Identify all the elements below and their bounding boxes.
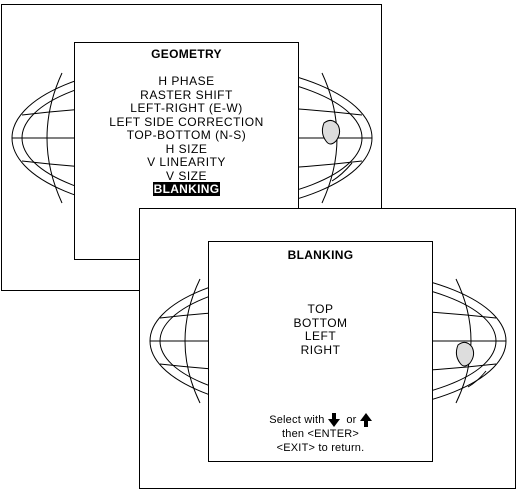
arrow-up-icon — [359, 413, 372, 428]
geometry-menu-title: GEOMETRY — [151, 47, 222, 61]
menu-item-top[interactable]: TOP — [209, 302, 432, 317]
blanking-menu-title: BLANKING — [287, 248, 354, 262]
menu-item-blanking-selected[interactable]: BLANKING — [75, 182, 298, 197]
menu-item-h-size[interactable]: H SIZE — [75, 142, 298, 157]
menu-item-left-side-correction[interactable]: LEFT SIDE CORRECTION — [75, 115, 298, 130]
menu-item-left-right[interactable]: LEFT-RIGHT (E-W) — [75, 101, 298, 116]
blanking-screen: BLANKING TOP BOTTOM LEFT RIGHT Select wi… — [139, 208, 516, 489]
help-exit-line: <EXIT> to return. — [276, 442, 365, 455]
blanking-menu-panel: BLANKING TOP BOTTOM LEFT RIGHT Select wi… — [208, 241, 433, 462]
menu-item-v-size[interactable]: V SIZE — [75, 169, 298, 184]
menu-item-bottom[interactable]: BOTTOM — [209, 316, 432, 331]
menu-item-raster-shift[interactable]: RASTER SHIFT — [75, 88, 298, 103]
help-text: Select with or then <ENTER> <EXIT> to re… — [209, 413, 432, 455]
geometry-menu-list: H PHASE RASTER SHIFT LEFT-RIGHT (E-W) LE… — [75, 74, 298, 197]
blanking-menu-list: TOP BOTTOM LEFT RIGHT — [209, 302, 432, 358]
help-enter-line: then <ENTER> — [282, 428, 359, 441]
arrow-down-icon — [327, 413, 340, 428]
menu-item-v-linearity[interactable]: V LINEARITY — [75, 155, 298, 170]
menu-item-right[interactable]: RIGHT — [209, 343, 432, 358]
help-select-line: Select with or — [209, 413, 432, 428]
menu-item-h-phase[interactable]: H PHASE — [75, 74, 298, 89]
menu-item-left[interactable]: LEFT — [209, 329, 432, 344]
menu-item-top-bottom[interactable]: TOP-BOTTOM (N-S) — [75, 128, 298, 143]
